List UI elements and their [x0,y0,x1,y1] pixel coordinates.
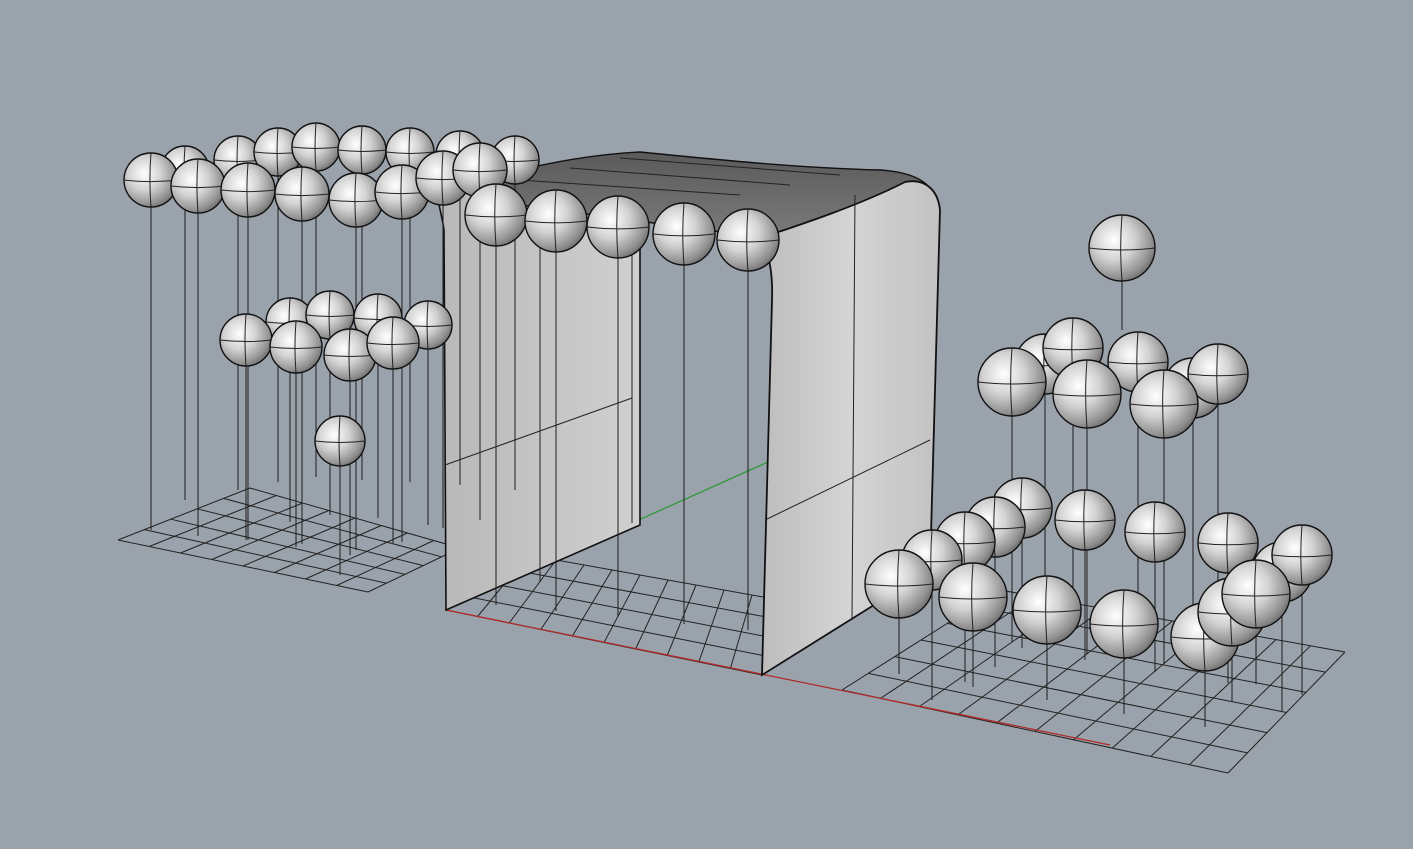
sphere[interactable] [1012,575,1082,645]
sphere[interactable] [291,122,341,172]
sphere[interactable] [464,183,528,247]
grid-line [223,497,442,558]
sphere[interactable] [1054,489,1116,551]
sphere[interactable] [219,313,273,367]
sphere-body [716,208,780,272]
sphere-body [1221,559,1291,629]
sphere[interactable] [1052,359,1122,429]
sphere[interactable] [586,195,650,259]
sphere-body [524,189,588,253]
sphere-body [1052,359,1122,429]
grid-line [868,672,1248,754]
construction-grid-left [117,487,461,593]
sphere-body [366,316,420,370]
sphere-body [1088,214,1156,282]
sphere-body [864,549,934,619]
sphere[interactable] [524,189,588,253]
sphere[interactable] [652,202,716,266]
sphere-body [1124,501,1186,563]
sphere[interactable] [123,152,179,208]
sphere-body [269,320,323,374]
sphere[interactable] [977,347,1047,417]
sphere-body [652,202,716,266]
sphere-body [1012,575,1082,645]
sphere-body [1054,489,1116,551]
grid-line [459,594,767,657]
sphere-body [1089,589,1159,659]
sphere[interactable] [220,162,276,218]
sphere-body [1129,369,1199,439]
sphere-body [977,347,1047,417]
sphere-body [219,313,273,367]
rhino-perspective-viewport[interactable] [0,0,1413,849]
sphere[interactable] [328,172,384,228]
sphere-body [586,195,650,259]
sphere-body [123,152,179,208]
sphere[interactable] [938,562,1008,632]
grid-line [472,579,772,638]
sphere[interactable] [716,208,780,272]
sphere[interactable] [1124,501,1186,563]
sphere-body [170,158,226,214]
sphere-body [464,183,528,247]
sphere-body [314,415,366,467]
sphere[interactable] [864,549,934,619]
sphere[interactable] [274,166,330,222]
sphere[interactable] [1221,559,1291,629]
sphere-body [328,172,384,228]
sphere-body [938,562,1008,632]
sphere-body [274,166,330,222]
sphere[interactable] [366,316,420,370]
sphere[interactable] [269,320,323,374]
viewport-canvas[interactable] [0,0,1413,849]
sphere-body [220,162,276,218]
sphere[interactable] [314,415,366,467]
sphere[interactable] [1089,589,1159,659]
sphere[interactable] [170,158,226,214]
sphere[interactable] [337,125,387,175]
sphere[interactable] [1129,369,1199,439]
sphere[interactable] [1088,214,1156,282]
